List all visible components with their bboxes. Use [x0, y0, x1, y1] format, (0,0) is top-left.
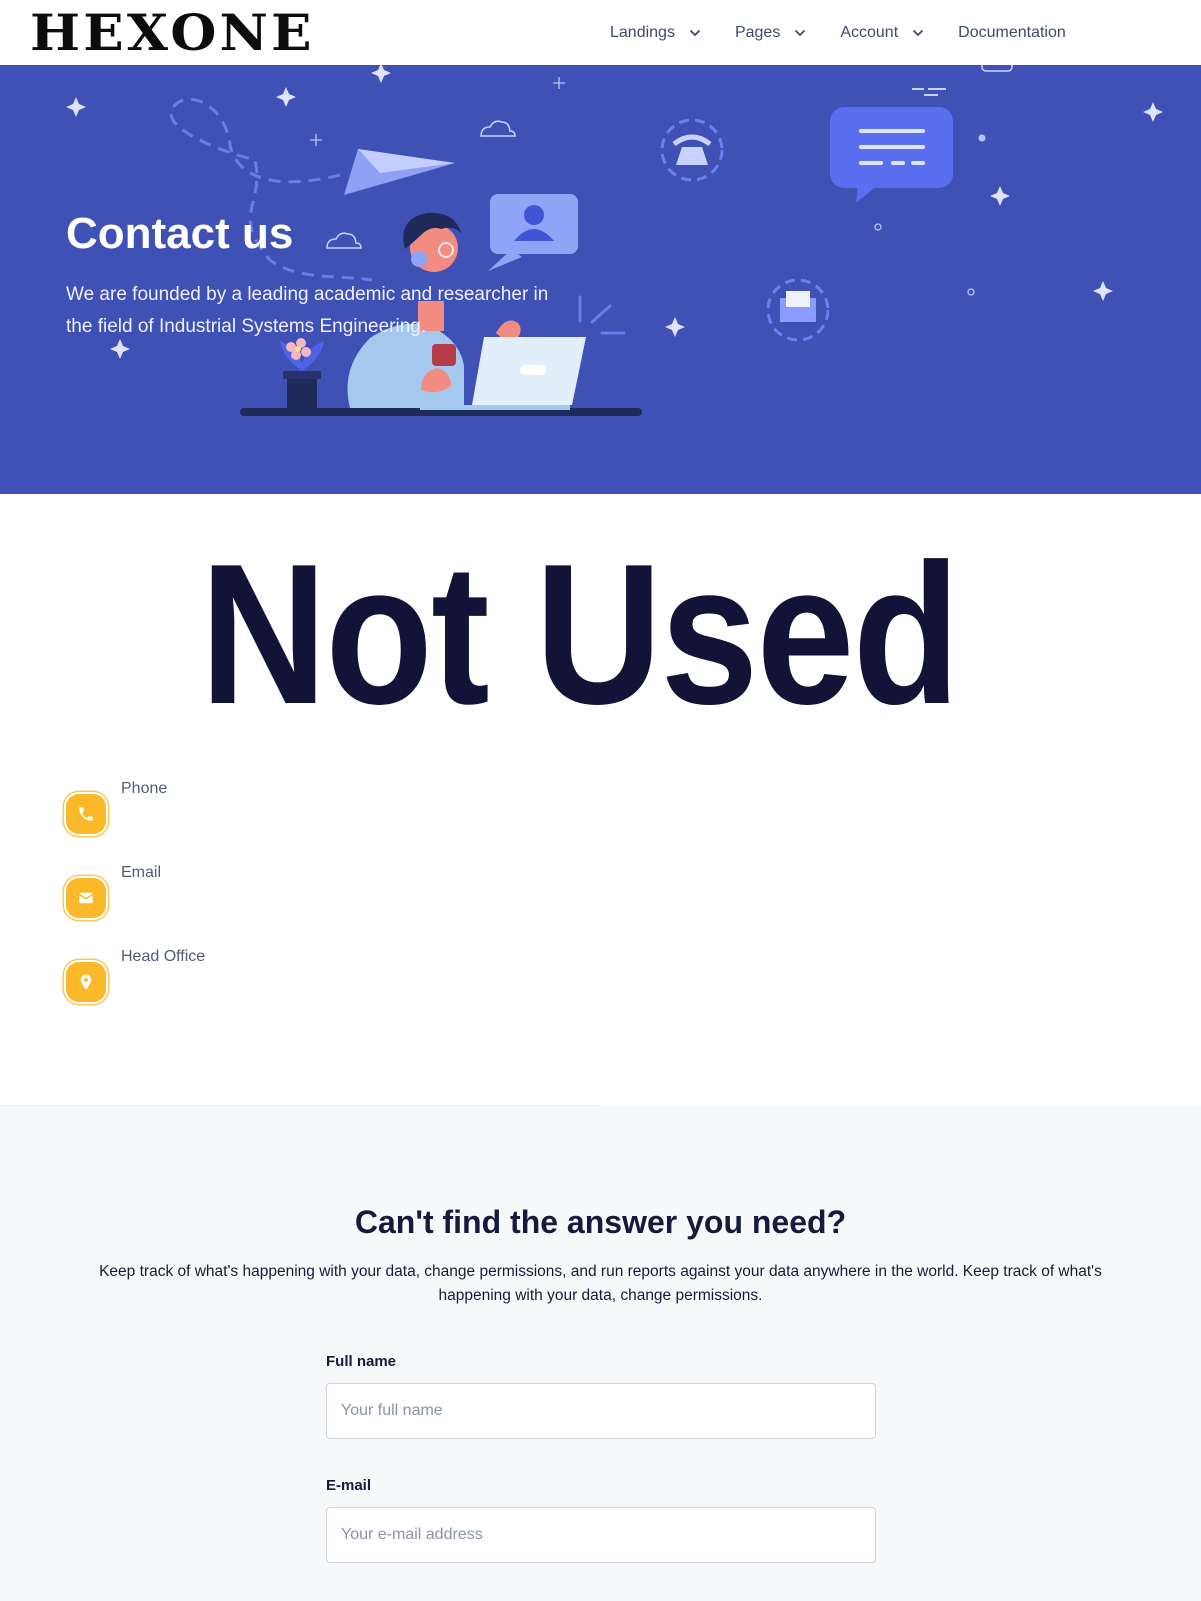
phone-icon: [66, 794, 106, 834]
nav-item-label: Documentation: [958, 23, 1066, 41]
chevron-down-icon: [913, 29, 924, 36]
full-name-label: Full name: [326, 1353, 397, 1370]
faq-description: Keep track of what's happening with your…: [99, 1263, 1102, 1304]
nav-item-label: Landings: [610, 23, 675, 41]
nav-item-pages[interactable]: Pages: [735, 24, 806, 42]
chevron-down-icon: [795, 29, 806, 36]
map-pin-icon: [66, 962, 106, 1002]
contact-label: Phone: [121, 780, 168, 797]
faq-title: Can't find the answer you need?: [354, 1204, 847, 1240]
full-name-input[interactable]: [326, 1383, 876, 1439]
navbar: HEXONE Landings Pages Account Documentat…: [0, 0, 1201, 65]
contact-item-phone: Phone: [66, 780, 167, 834]
hero-banner: Contact us We are founded by a leading a…: [0, 65, 1201, 494]
nav-item-landings[interactable]: Landings: [610, 24, 701, 42]
contact-label: Email: [121, 864, 162, 881]
contact-item-email: Email: [66, 864, 161, 918]
logo[interactable]: HEXONE: [30, 6, 359, 60]
placeholder-banner: Not Used: [200, 523, 960, 746]
hero-description: We are founded by a leading academic and…: [66, 284, 549, 337]
nav-item-documentation[interactable]: Documentation: [958, 24, 1066, 42]
nav-item-label: Account: [840, 23, 899, 41]
chevron-down-icon: [690, 29, 700, 36]
email-label: E-mail: [326, 1477, 372, 1494]
nav-menu: Landings Pages Account Documentation: [610, 0, 1066, 65]
faq-section: Can't find the answer you need? Keep tra…: [0, 1106, 1201, 1601]
contact-label: Head Office: [121, 948, 206, 965]
page-title: Contact us: [66, 209, 294, 258]
contact-item-head-office: Head Office: [66, 948, 205, 1002]
email-input[interactable]: [326, 1507, 876, 1563]
nav-item-label: Pages: [734, 23, 781, 41]
nav-item-account[interactable]: Account: [840, 24, 924, 42]
mail-icon: [66, 878, 106, 918]
